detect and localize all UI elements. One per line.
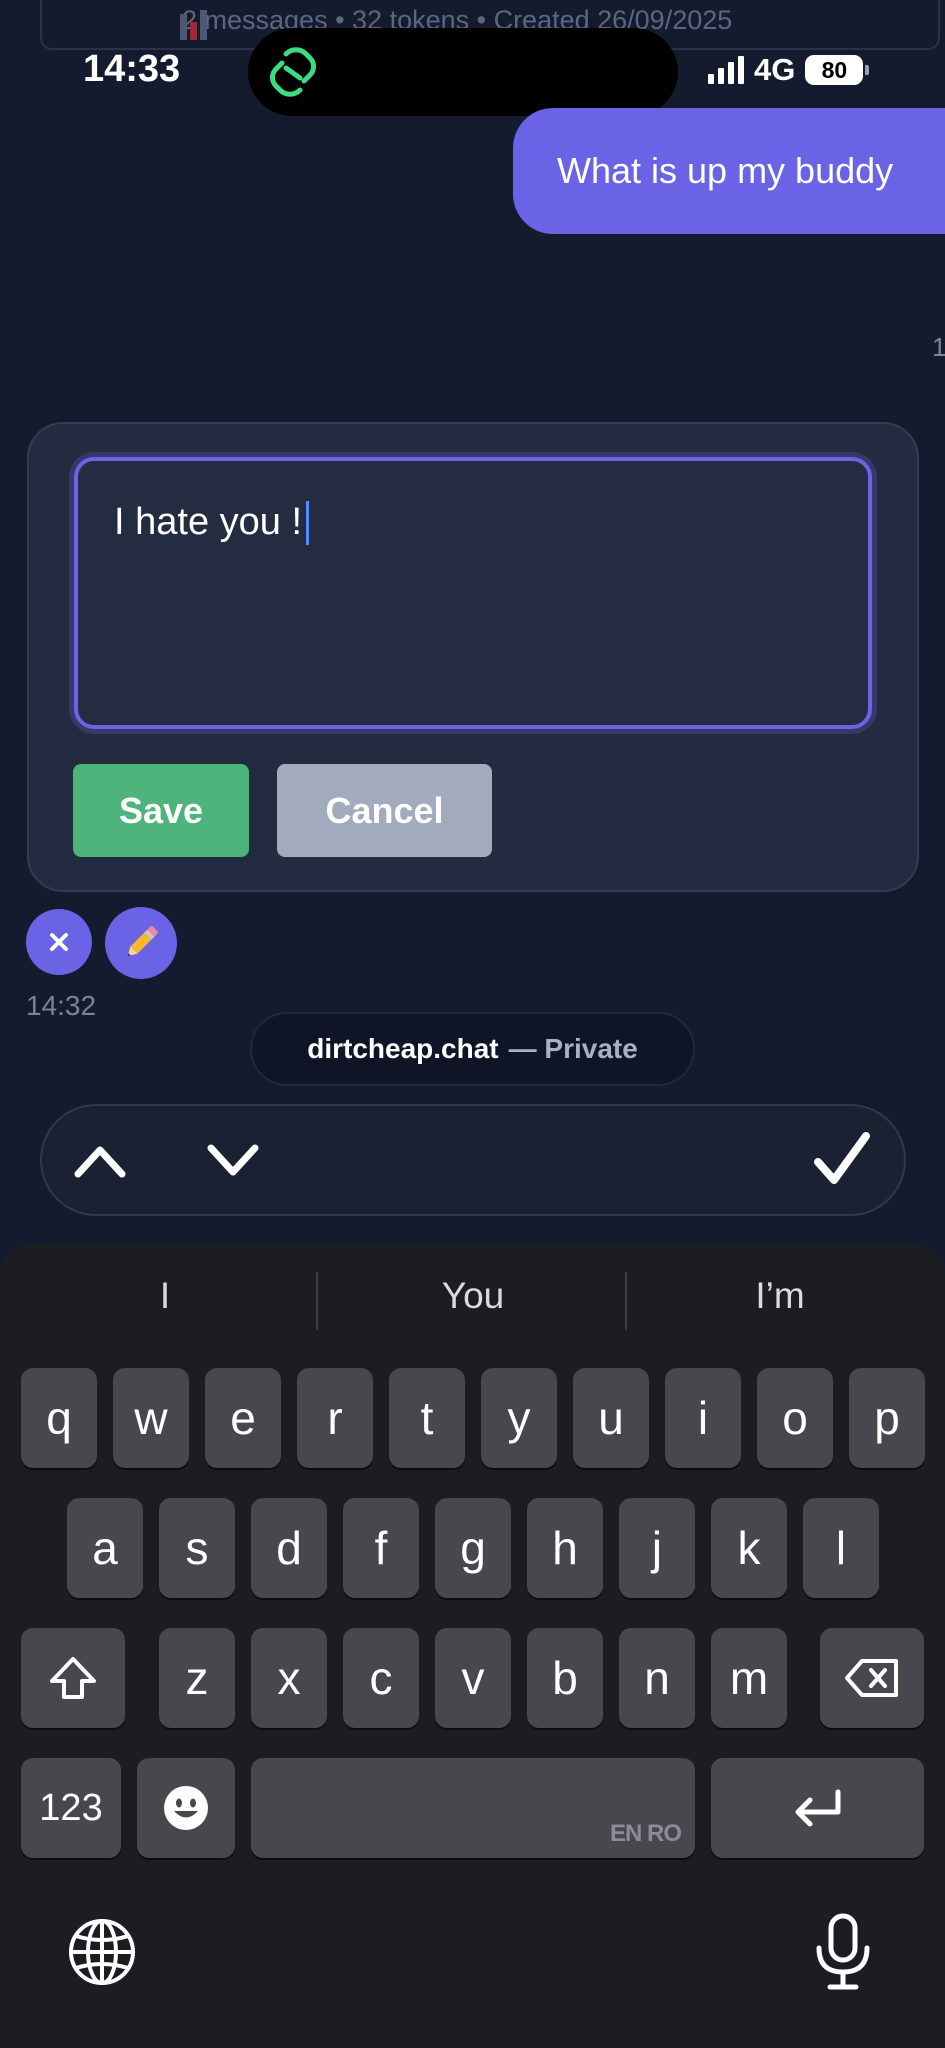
microphone-icon[interactable] <box>812 1912 874 1992</box>
user-message-bubble[interactable]: What is up my buddy <box>513 108 945 234</box>
key-q[interactable]: q <box>21 1368 97 1468</box>
close-icon <box>50 933 68 951</box>
suggestion-2[interactable]: You <box>323 1275 623 1317</box>
key-i[interactable]: i <box>665 1368 741 1468</box>
shift-icon <box>50 1657 96 1699</box>
close-edit-button[interactable] <box>26 909 92 975</box>
edit-message-text: I hate you ! <box>114 501 303 543</box>
key-h[interactable]: h <box>527 1498 603 1598</box>
key-l[interactable]: l <box>803 1498 879 1598</box>
cancel-button[interactable]: Cancel <box>277 764 492 857</box>
backspace-icon <box>845 1659 898 1697</box>
battery-level: 80 <box>821 56 848 83</box>
numbers-key[interactable]: 123 <box>21 1758 121 1858</box>
key-a[interactable]: a <box>67 1498 143 1598</box>
key-x[interactable]: x <box>251 1628 327 1728</box>
key-y[interactable]: y <box>481 1368 557 1468</box>
link-app-icon <box>270 47 316 97</box>
stats-icon <box>180 6 210 40</box>
key-c[interactable]: c <box>343 1628 419 1728</box>
key-p[interactable]: p <box>849 1368 925 1468</box>
chevron-down-icon[interactable] <box>205 1136 261 1184</box>
key-d[interactable]: d <box>251 1498 327 1598</box>
network-type: 4G <box>754 52 796 87</box>
status-time: 14:33 <box>83 48 181 90</box>
edit-message-button[interactable] <box>105 907 177 979</box>
brand-suffix: — Private <box>508 1033 638 1064</box>
shift-key[interactable] <box>21 1628 125 1728</box>
save-button[interactable]: Save <box>73 764 249 857</box>
globe-icon[interactable] <box>66 1916 138 1988</box>
chevron-up-icon[interactable] <box>72 1136 128 1184</box>
key-j[interactable]: j <box>619 1498 695 1598</box>
key-w[interactable]: w <box>113 1368 189 1468</box>
battery-icon: 80 <box>805 55 870 85</box>
emoji-icon <box>164 1786 208 1830</box>
brand-name: dirtcheap.chat <box>307 1033 499 1064</box>
keyboard-languages: EN RO <box>609 1820 682 1847</box>
brand-badge: dirtcheap.chat — Private <box>250 1012 695 1086</box>
key-o[interactable]: o <box>757 1368 833 1468</box>
side-counter: 1 <box>932 332 945 362</box>
form-navigation-bar <box>40 1104 906 1216</box>
key-v[interactable]: v <box>435 1628 511 1728</box>
return-icon <box>795 1789 840 1827</box>
return-key[interactable] <box>711 1758 924 1858</box>
key-k[interactable]: k <box>711 1498 787 1598</box>
key-f[interactable]: f <box>343 1498 419 1598</box>
key-m[interactable]: m <box>711 1628 787 1728</box>
suggestion-divider <box>625 1272 627 1330</box>
pencil-icon <box>127 926 158 957</box>
backspace-key[interactable] <box>820 1628 924 1728</box>
key-e[interactable]: e <box>205 1368 281 1468</box>
message-timestamp: 14:32 <box>26 990 97 1021</box>
emoji-key[interactable] <box>137 1758 235 1858</box>
key-t[interactable]: t <box>389 1368 465 1468</box>
key-r[interactable]: r <box>297 1368 373 1468</box>
space-key[interactable]: EN RO <box>251 1758 695 1858</box>
text-caret <box>306 501 310 545</box>
key-g[interactable]: g <box>435 1498 511 1598</box>
suggestion-3[interactable]: I’m <box>630 1275 930 1317</box>
signal-icon <box>708 56 744 84</box>
key-z[interactable]: z <box>159 1628 235 1728</box>
checkmark-icon[interactable] <box>812 1128 872 1190</box>
suggestion-divider <box>316 1272 318 1330</box>
key-b[interactable]: b <box>527 1628 603 1728</box>
status-indicators: 4G 80 <box>708 52 870 88</box>
key-u[interactable]: u <box>573 1368 649 1468</box>
key-n[interactable]: n <box>619 1628 695 1728</box>
key-s[interactable]: s <box>159 1498 235 1598</box>
suggestion-1[interactable]: I <box>15 1275 315 1317</box>
user-message-text: What is up my buddy <box>557 150 894 191</box>
edit-message-textarea[interactable]: I hate you ! <box>74 457 872 729</box>
